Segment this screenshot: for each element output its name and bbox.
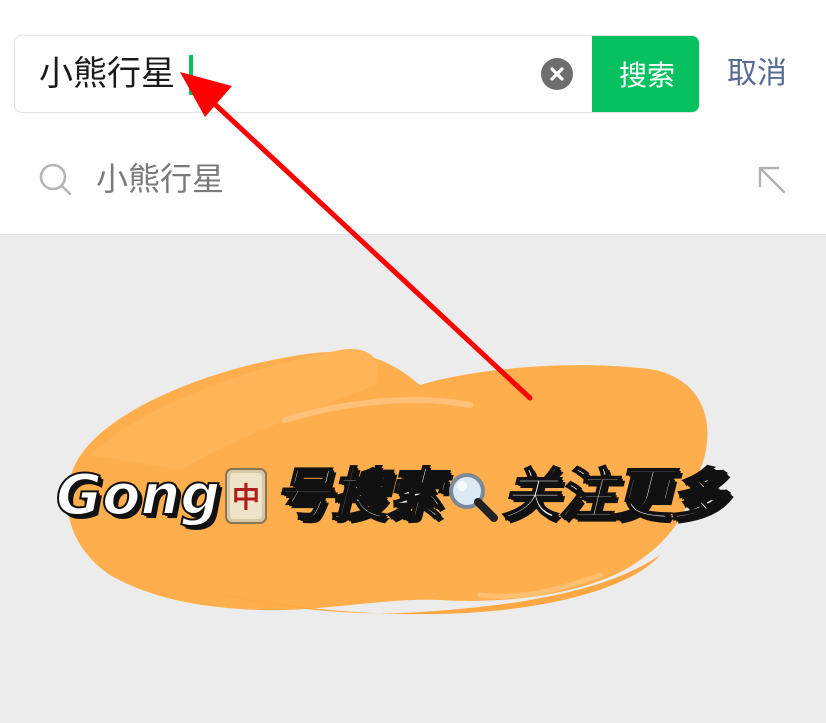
promo-banner: Gong 中 号搜索 关注更多 (55, 456, 727, 536)
banner-text-search: 号搜索 (273, 462, 443, 529)
banner-text-follow: 关注更多 (501, 462, 727, 529)
magnifier-icon (449, 473, 499, 522)
banner-text-gong: Gong (55, 462, 221, 529)
mahjong-tile-icon: 中 (225, 468, 268, 524)
mahjong-tile-glyph: 中 (232, 481, 260, 514)
orange-brush-stroke (67, 349, 708, 615)
